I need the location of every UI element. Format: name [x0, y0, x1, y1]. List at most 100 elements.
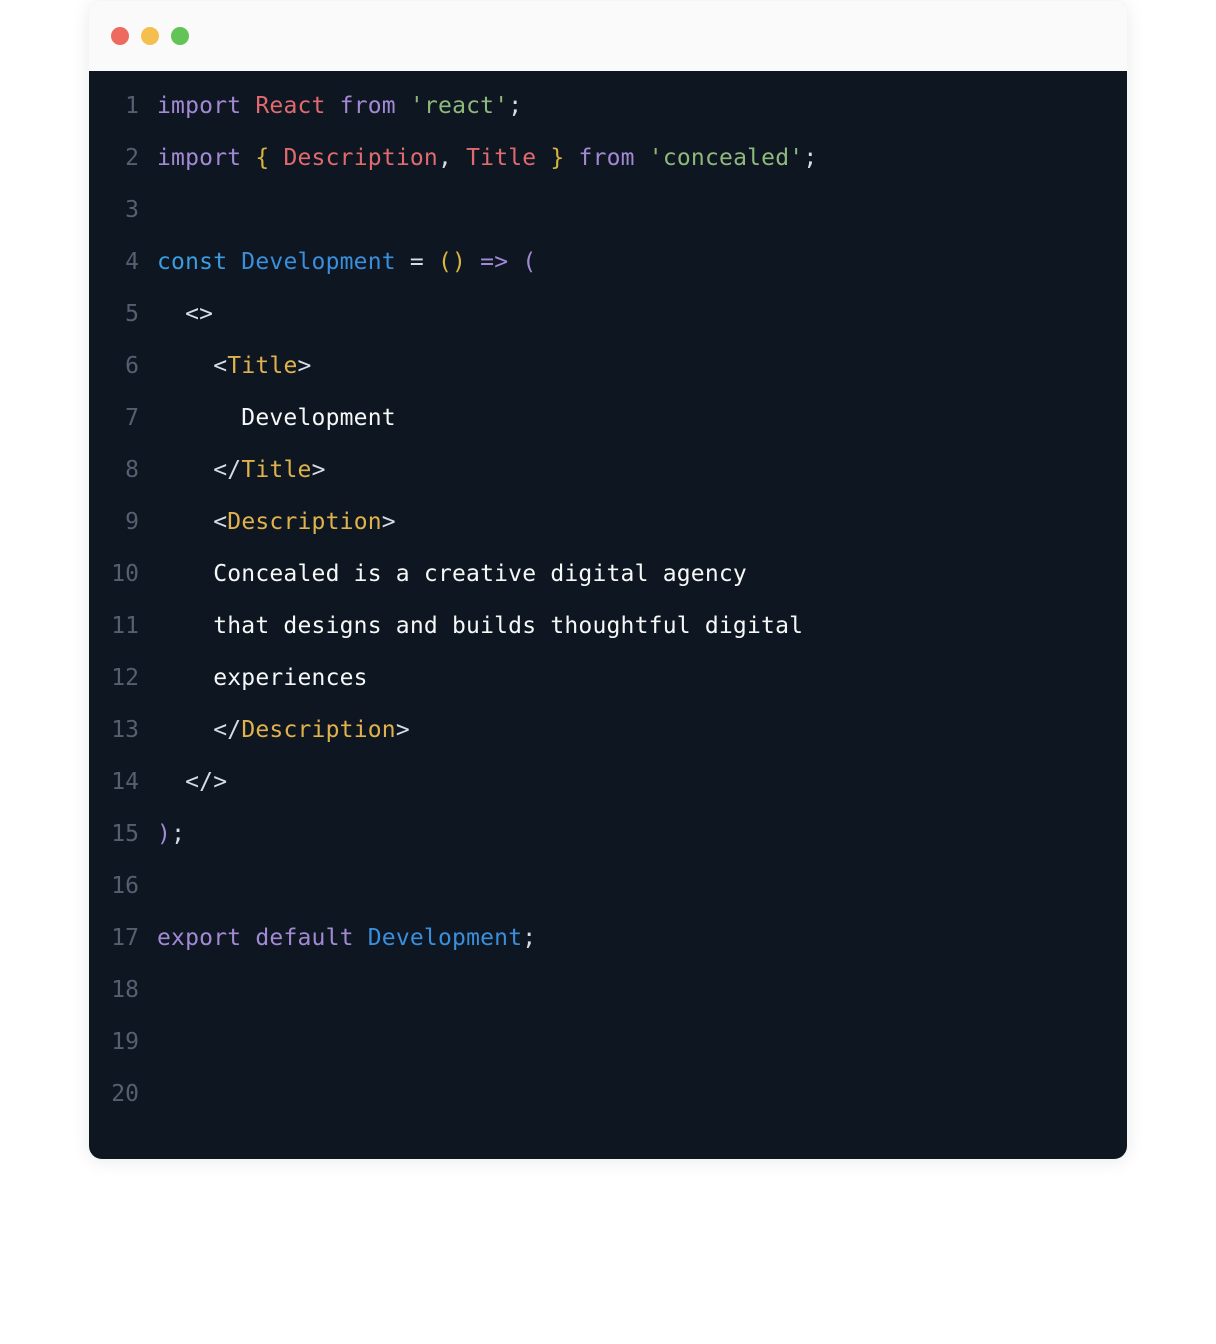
code-line[interactable]: 13 </Description> [89, 719, 1127, 771]
code-content[interactable]: import { Description, Title } from 'conc… [157, 147, 817, 170]
line-number: 6 [89, 355, 157, 378]
token [396, 93, 410, 119]
token: ) [452, 249, 466, 275]
code-line[interactable]: 18 [89, 979, 1127, 1031]
editor-window: 1import React from 'react';2import { Des… [88, 0, 1128, 1160]
token: ; [803, 145, 817, 171]
token: import [157, 145, 255, 171]
line-number: 2 [89, 147, 157, 170]
line-number: 16 [89, 875, 157, 898]
token: < [213, 509, 227, 535]
code-line[interactable]: 14 </> [89, 771, 1127, 823]
token: => [480, 249, 508, 275]
zoom-icon[interactable] [171, 27, 189, 45]
line-number: 1 [89, 95, 157, 118]
token: </ [185, 769, 213, 795]
close-icon[interactable] [111, 27, 129, 45]
code-content[interactable]: that designs and builds thoughtful digit… [157, 615, 803, 638]
code-editor[interactable]: 1import React from 'react';2import { Des… [89, 71, 1127, 1159]
token [635, 145, 649, 171]
code-line[interactable]: 9 <Description> [89, 511, 1127, 563]
code-content[interactable]: Concealed is a creative digital agency [157, 563, 747, 586]
token: import [157, 93, 255, 119]
token: } [536, 145, 564, 171]
code-content[interactable]: <> [157, 303, 213, 326]
token [157, 509, 213, 535]
token: 'concealed' [649, 145, 804, 171]
code-line[interactable]: 20 [89, 1083, 1127, 1135]
line-number: 9 [89, 511, 157, 534]
minimize-icon[interactable] [141, 27, 159, 45]
line-number: 12 [89, 667, 157, 690]
line-number: 3 [89, 199, 157, 222]
token: > [396, 717, 410, 743]
line-number: 10 [89, 563, 157, 586]
code-line[interactable]: 10 Concealed is a creative digital agenc… [89, 563, 1127, 615]
token: > [213, 769, 227, 795]
token: Description [241, 717, 396, 743]
token: <> [185, 301, 213, 327]
code-content[interactable]: <Description> [157, 511, 396, 534]
line-number: 18 [89, 979, 157, 1002]
token [157, 769, 185, 795]
code-line[interactable]: 16 [89, 875, 1127, 927]
token: ( [438, 249, 452, 275]
line-number: 20 [89, 1083, 157, 1106]
code-content[interactable]: Development [157, 407, 396, 430]
token: Title [227, 353, 297, 379]
token: Description [227, 509, 382, 535]
token: ( [522, 249, 536, 275]
code-line[interactable]: 15); [89, 823, 1127, 875]
code-line[interactable]: 12 experiences [89, 667, 1127, 719]
code-line[interactable]: 17export default Development; [89, 927, 1127, 979]
token: 'react' [410, 93, 508, 119]
code-line[interactable]: 11 that designs and builds thoughtful di… [89, 615, 1127, 667]
token: > [382, 509, 396, 535]
code-content[interactable]: </> [157, 771, 227, 794]
token: > [298, 353, 312, 379]
line-number: 4 [89, 251, 157, 274]
token: Title [466, 145, 536, 171]
token [564, 145, 578, 171]
code-content[interactable]: experiences [157, 667, 368, 690]
token: </ [213, 717, 241, 743]
line-number: 14 [89, 771, 157, 794]
token [326, 93, 340, 119]
line-number: 5 [89, 303, 157, 326]
code-line[interactable]: 6 <Title> [89, 355, 1127, 407]
code-line[interactable]: 3 [89, 199, 1127, 251]
line-number: 8 [89, 459, 157, 482]
token: Concealed is a creative digital agency [157, 561, 747, 587]
code-content[interactable]: export default Development; [157, 927, 536, 950]
token: from [579, 145, 635, 171]
code-line[interactable]: 8 </Title> [89, 459, 1127, 511]
token: export [157, 925, 255, 951]
code-content[interactable]: ); [157, 823, 185, 846]
code-content[interactable]: import React from 'react'; [157, 95, 522, 118]
line-number: 15 [89, 823, 157, 846]
token: default [255, 925, 367, 951]
code-line[interactable]: 2import { Description, Title } from 'con… [89, 147, 1127, 199]
code-content[interactable]: </Description> [157, 719, 410, 742]
token: Description [283, 145, 438, 171]
line-number: 17 [89, 927, 157, 950]
token: ; [171, 821, 185, 847]
token [157, 301, 185, 327]
code-line[interactable]: 5 <> [89, 303, 1127, 355]
titlebar [89, 1, 1127, 71]
code-line[interactable]: 1import React from 'react'; [89, 95, 1127, 147]
code-content[interactable]: </Title> [157, 459, 326, 482]
code-line[interactable]: 19 [89, 1031, 1127, 1083]
code-line[interactable]: 4const Development = () => ( [89, 251, 1127, 303]
code-content[interactable]: <Title> [157, 355, 312, 378]
token: > [312, 457, 326, 483]
token: that designs and builds thoughtful digit… [157, 613, 803, 639]
code-content[interactable]: const Development = () => ( [157, 251, 536, 274]
line-number: 11 [89, 615, 157, 638]
line-number: 7 [89, 407, 157, 430]
code-line[interactable]: 7 Development [89, 407, 1127, 459]
token: { [255, 145, 283, 171]
token: , [438, 145, 466, 171]
token [157, 717, 213, 743]
token: Title [241, 457, 311, 483]
